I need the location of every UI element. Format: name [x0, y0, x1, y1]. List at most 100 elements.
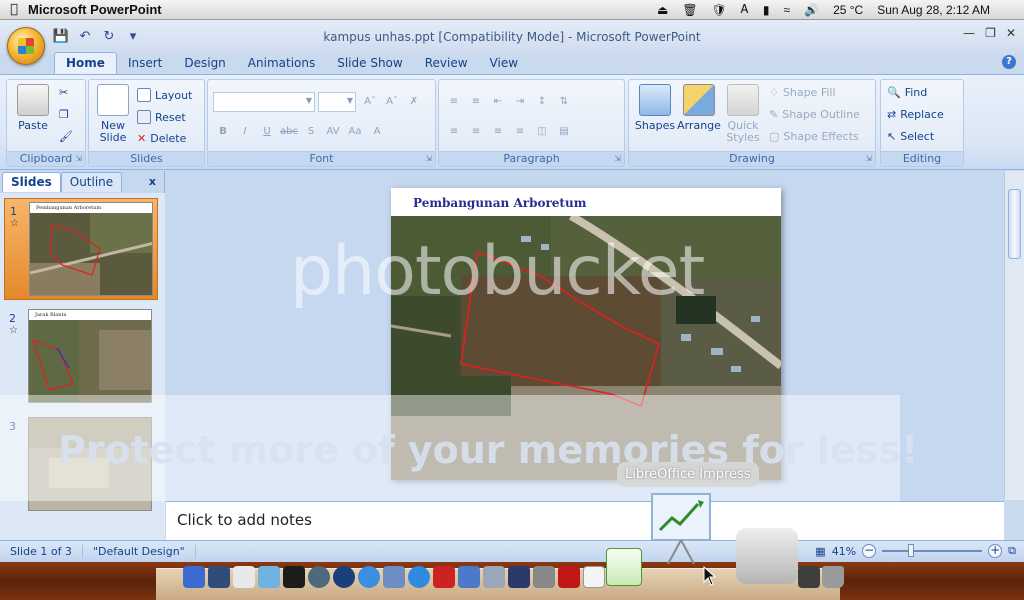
- slide-title[interactable]: Pembangunan Arboretum: [413, 196, 586, 210]
- youtube-icon[interactable]: [433, 566, 455, 588]
- align-text-icon[interactable]: ▤: [554, 122, 574, 140]
- volume-icon[interactable]: 🔊: [804, 3, 819, 17]
- clock[interactable]: Sun Aug 28, 2:12 AM: [877, 3, 990, 17]
- usb-drive-icon[interactable]: [233, 566, 255, 588]
- justify-icon[interactable]: ≡: [510, 122, 530, 140]
- delete-button[interactable]: ✕ Delete: [137, 132, 186, 145]
- decrease-indent-icon[interactable]: ⇤: [488, 92, 508, 110]
- aerial-map-image[interactable]: [391, 216, 781, 480]
- copy-button[interactable]: ❐: [59, 108, 69, 121]
- shrink-font-icon[interactable]: Aˇ: [382, 92, 402, 110]
- tab-view[interactable]: View: [479, 53, 529, 74]
- scrollbar-thumb[interactable]: [1008, 189, 1021, 259]
- font-color-icon[interactable]: A: [367, 122, 387, 140]
- safari-icon[interactable]: [358, 566, 380, 588]
- browser-icon[interactable]: [333, 566, 355, 588]
- wordpress-icon[interactable]: [208, 566, 230, 588]
- fit-slide-icon[interactable]: ⧉: [1008, 544, 1016, 558]
- reset-button[interactable]: Reset: [137, 110, 186, 124]
- messenger-icon[interactable]: [258, 566, 280, 588]
- underline-icon[interactable]: U: [257, 122, 277, 140]
- help-icon[interactable]: ?: [1002, 55, 1016, 69]
- apple-menu-icon[interactable]: : [0, 2, 28, 17]
- weather-readout[interactable]: 25 °C: [833, 3, 863, 17]
- shape-effects-button[interactable]: ▢ Shape Effects: [769, 130, 859, 143]
- tab-slides[interactable]: Slides: [2, 172, 61, 192]
- chat-icon[interactable]: [408, 566, 430, 588]
- font-size-combo[interactable]: ▼: [318, 92, 356, 112]
- shadow-icon[interactable]: S: [301, 122, 321, 140]
- tab-design[interactable]: Design: [173, 53, 236, 74]
- current-slide[interactable]: Pembangunan Arboretum: [391, 188, 781, 480]
- terminal-icon[interactable]: [283, 566, 305, 588]
- format-painter-button[interactable]: 🖌: [59, 130, 73, 143]
- close-icon[interactable]: ✕: [1006, 26, 1016, 40]
- zoom-level[interactable]: 41%: [832, 545, 856, 558]
- drawing-launcher-icon[interactable]: ⇲: [865, 154, 872, 163]
- paste-button[interactable]: Paste: [11, 84, 55, 132]
- bullets-icon[interactable]: ≡: [444, 92, 464, 110]
- impress-presentation-icon[interactable]: [648, 490, 714, 566]
- photo-icon[interactable]: [533, 566, 555, 588]
- tab-outline[interactable]: Outline: [60, 172, 123, 192]
- zoom-out-icon[interactable]: −: [862, 544, 877, 558]
- shapes-button[interactable]: Shapes: [633, 84, 677, 132]
- wifi-icon[interactable]: ≈: [784, 3, 791, 17]
- drive-dock-icon[interactable]: [798, 566, 820, 588]
- text-direction-icon[interactable]: ⇅: [554, 92, 574, 110]
- slide-sorter-view-icon[interactable]: ▦: [815, 545, 825, 558]
- change-case-icon[interactable]: Aa: [345, 122, 365, 140]
- find-button[interactable]: 🔍 Find: [887, 86, 927, 99]
- character-spacing-icon[interactable]: AV: [323, 122, 343, 140]
- tab-insert[interactable]: Insert: [117, 53, 173, 74]
- tab-home[interactable]: Home: [54, 52, 117, 74]
- shape-fill-button[interactable]: ♢ Shape Fill: [769, 86, 836, 99]
- writer-document-icon[interactable]: [583, 566, 605, 588]
- office-button[interactable]: [7, 27, 45, 65]
- slide-thumbnail[interactable]: 1 ☆ Pembangunan Arboretum: [4, 198, 158, 300]
- notes-placeholder[interactable]: Click to add notes: [177, 511, 312, 529]
- finder-icon[interactable]: [183, 566, 205, 588]
- time-machine-icon[interactable]: [308, 566, 330, 588]
- trash-dock-icon[interactable]: [822, 566, 844, 588]
- flashcard-icon[interactable]: [558, 566, 580, 588]
- bold-icon[interactable]: B: [213, 122, 233, 140]
- active-app-name[interactable]: Microsoft PowerPoint: [28, 2, 162, 17]
- zoom-in-icon[interactable]: +: [988, 544, 1003, 558]
- slide-thumbnail[interactable]: 2 ☆ Jarak Blanta: [4, 306, 158, 408]
- clear-formatting-icon[interactable]: ✗: [404, 92, 424, 110]
- media-player-icon[interactable]: [508, 566, 530, 588]
- italic-icon[interactable]: I: [235, 122, 255, 140]
- tab-slide-show[interactable]: Slide Show: [326, 53, 413, 74]
- zoom-slider-thumb[interactable]: [908, 544, 915, 557]
- align-right-icon[interactable]: ≡: [488, 122, 508, 140]
- paragraph-launcher-icon[interactable]: ⇲: [614, 154, 621, 163]
- close-panel-icon[interactable]: x: [149, 175, 156, 188]
- arrange-button[interactable]: Arrange: [677, 84, 721, 132]
- shape-outline-button[interactable]: ✎ Shape Outline: [769, 108, 860, 121]
- shield-icon[interactable]: 🛡: [712, 3, 727, 17]
- battery-icon[interactable]: ▮: [763, 3, 770, 17]
- grow-font-icon[interactable]: Aˆ: [360, 92, 380, 110]
- toaster-icon[interactable]: [736, 528, 798, 584]
- replace-button[interactable]: ⇄ Replace: [887, 108, 944, 121]
- line-spacing-icon[interactable]: ↕: [532, 92, 552, 110]
- slide-thumbnail[interactable]: 3: [4, 414, 158, 516]
- align-center-icon[interactable]: ≡: [466, 122, 486, 140]
- strikethrough-icon[interactable]: abc: [279, 122, 299, 140]
- columns-icon[interactable]: ◫: [532, 122, 552, 140]
- notes-pane[interactable]: Click to add notes: [166, 501, 1004, 540]
- drive-icon[interactable]: ⏏: [657, 3, 668, 17]
- trash-icon[interactable]: 🗑: [682, 3, 697, 17]
- font-family-combo[interactable]: ▼: [213, 92, 315, 112]
- cut-button[interactable]: ✂: [59, 86, 68, 99]
- bluetooth-icon[interactable]: Ꭺ: [741, 2, 749, 17]
- increase-indent-icon[interactable]: ⇥: [510, 92, 530, 110]
- tools-icon[interactable]: [483, 566, 505, 588]
- layout-button[interactable]: Layout: [137, 88, 192, 102]
- font-launcher-icon[interactable]: ⇲: [425, 154, 432, 163]
- maximize-icon[interactable]: ❐: [985, 26, 996, 40]
- select-button[interactable]: ↖ Select: [887, 130, 934, 143]
- calc-spreadsheet-icon[interactable]: [606, 548, 642, 586]
- preview-icon[interactable]: [383, 566, 405, 588]
